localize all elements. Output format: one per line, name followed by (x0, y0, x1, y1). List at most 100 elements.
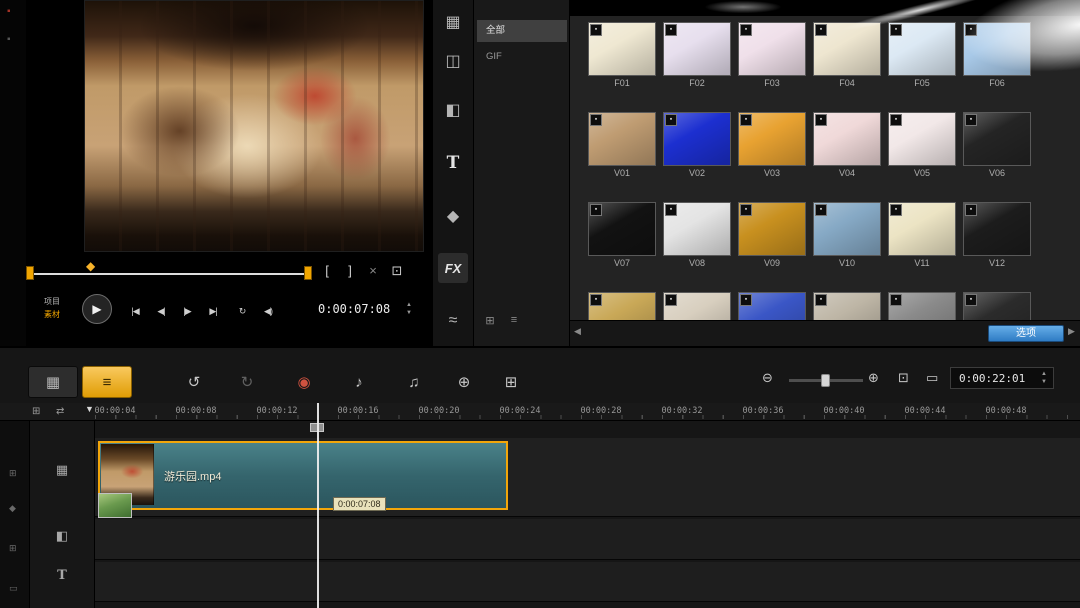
window-edge-strip: ▪ ▪ (0, 0, 26, 346)
gallery-item[interactable]: ▪ V01 (588, 112, 656, 178)
trim-bar[interactable] (30, 273, 310, 275)
prev-frame-button[interactable]: ◀| (150, 303, 172, 319)
timeline-view-button[interactable]: ≡ (82, 366, 132, 398)
mark-in-icon[interactable]: [ (318, 262, 336, 280)
zoom-out-icon[interactable]: ⊖ (762, 370, 773, 386)
repeat-button[interactable]: ↻ (231, 303, 253, 319)
gallery-item[interactable]: ▪ V11 (888, 202, 956, 268)
scrubber-handle[interactable]: ◆ (86, 259, 95, 273)
overlay-track-icon[interactable]: ◧ (52, 528, 72, 544)
gallery-item[interactable]: ▪ F03 (738, 22, 806, 88)
gallery-item[interactable]: ▪ V03 (738, 112, 806, 178)
overlay-track-row[interactable] (95, 519, 1080, 560)
overlay-clip-thumb[interactable] (98, 493, 132, 518)
home-button[interactable]: |◀ (124, 303, 146, 319)
timecode-up-icon[interactable]: ▲ (404, 302, 414, 309)
gallery-item[interactable]: ▪ V08 (663, 202, 731, 268)
title-track-row[interactable] (95, 562, 1080, 602)
gallery-item[interactable]: ▪ F05 (888, 22, 956, 88)
auto-music-button[interactable]: ♫ (400, 369, 428, 395)
trim-start-handle[interactable] (26, 266, 34, 280)
ripple-edit-icon[interactable]: ⇄ (56, 406, 64, 417)
media-icon[interactable]: ▦ (438, 7, 468, 37)
filter-badge-icon: ▪ (590, 294, 602, 306)
mode-label-clip[interactable]: 素材 (44, 309, 60, 320)
batch-convert-button[interactable]: ⊞ (497, 369, 525, 395)
track-toggle-icon[interactable]: ⊞ (9, 543, 17, 554)
transition-icon[interactable]: ◫ (438, 46, 468, 76)
filter-badge-icon: ▪ (965, 204, 977, 216)
preview-timecode[interactable]: 0:00:07:08 (318, 302, 390, 316)
gallery-item[interactable]: ▪ V02 (663, 112, 731, 178)
ruler-label: 00:00:48 (985, 406, 1027, 416)
overlay-icon[interactable]: ◧ (438, 95, 468, 125)
gallery-item[interactable]: ▪ V10 (813, 202, 881, 268)
fit-timeline-icon[interactable]: ⊡ (898, 370, 909, 386)
gallery-header (570, 0, 1080, 16)
gallery-item-label: V10 (838, 258, 855, 268)
play-button[interactable]: ▶ (82, 294, 112, 324)
options-button[interactable]: 选项 (988, 325, 1064, 342)
cue-marker-icon[interactable]: ▼ (85, 404, 94, 414)
library-list-view-icon[interactable]: ≡ (504, 314, 524, 330)
video-track-icon[interactable]: ▦ (52, 462, 72, 478)
storyboard-view-button[interactable]: ▦ (28, 366, 78, 398)
filter-badge-icon: ▪ (665, 114, 677, 126)
gallery-item[interactable]: ▪ V04 (813, 112, 881, 178)
playhead-line[interactable] (317, 403, 319, 608)
gallery-item[interactable]: ▪ V09 (738, 202, 806, 268)
track-toggle-icon[interactable]: ◆ (9, 503, 16, 514)
motion-track-button[interactable]: ⊕ (450, 369, 478, 395)
category-item[interactable]: GIF (477, 46, 567, 68)
redo-button[interactable]: ↻ (233, 369, 261, 395)
duration-up-icon[interactable]: ▲ (1039, 371, 1049, 378)
gallery-item[interactable]: ▪ V05 (888, 112, 956, 178)
record-capture-button[interactable]: ◉ (290, 369, 318, 395)
timecode-down-icon[interactable]: ▼ (404, 310, 414, 317)
gallery-item[interactable]: ▪ F04 (813, 22, 881, 88)
fit-project-icon[interactable]: ▭ (926, 370, 938, 386)
duration-down-icon[interactable]: ▼ (1039, 379, 1049, 386)
track-toggle-icon[interactable]: ▭ (9, 583, 18, 594)
zoom-in-icon[interactable]: ⊕ (868, 370, 879, 386)
gallery-item[interactable]: ▪ F02 (663, 22, 731, 88)
gallery-item[interactable]: ▪ F06 (963, 22, 1031, 88)
volume-button[interactable]: ◀) (257, 303, 279, 319)
next-frame-button[interactable]: |▶ (176, 303, 198, 319)
preview-monitor (84, 0, 424, 252)
timeline-clip[interactable]: 游乐园.mp4 (98, 441, 508, 510)
mark-out-icon[interactable]: ] (341, 262, 359, 280)
app-icon: ▪ (7, 6, 11, 17)
title-icon[interactable]: T (438, 148, 468, 178)
gallery-item[interactable]: ▪ V06 (963, 112, 1031, 178)
motion-path-icon[interactable]: ≈ (438, 306, 468, 336)
gallery-item-label: V08 (688, 258, 705, 268)
scroll-left-icon[interactable]: ◀ (574, 326, 581, 337)
gallery-item[interactable]: ▪ V12 (963, 202, 1031, 268)
undo-button[interactable]: ↺ (180, 369, 208, 395)
gallery-item-label: F06 (989, 78, 1005, 88)
track-manager-icon[interactable]: ⊞ (32, 406, 40, 417)
zoom-slider-handle[interactable] (821, 374, 830, 387)
mode-label-project[interactable]: 项目 (44, 296, 60, 307)
graphic-icon[interactable]: ◆ (438, 201, 468, 231)
timeline-ruler[interactable]: 00:00:04 00:00:08 00:00:12 00:00:16 00:00:20… (95, 403, 1080, 421)
enlarge-preview-icon[interactable]: ⊡ (388, 262, 406, 280)
category-item[interactable]: 全部 (477, 20, 567, 42)
gallery-item-label: V05 (913, 168, 930, 178)
project-duration[interactable]: 0:00:22:01 (959, 372, 1025, 385)
filter-badge-icon: ▪ (590, 204, 602, 216)
gallery-item[interactable]: ▪ F01 (588, 22, 656, 88)
filter-badge-icon: ▪ (890, 114, 902, 126)
split-clip-icon[interactable]: × (364, 262, 382, 280)
ruler-label: 00:00:44 (904, 406, 946, 416)
filter-icon[interactable]: FX (438, 253, 468, 283)
trim-end-handle[interactable] (304, 266, 312, 280)
sound-mixer-button[interactable]: ♪ (345, 369, 373, 395)
gallery-item[interactable]: ▪ V07 (588, 202, 656, 268)
title-track-icon[interactable]: T (52, 568, 72, 584)
scroll-right-icon[interactable]: ▶ (1068, 326, 1075, 337)
end-button[interactable]: ▶| (202, 303, 224, 319)
track-toggle-icon[interactable]: ⊞ (9, 468, 17, 479)
library-add-folder-icon[interactable]: ⊞ (480, 314, 500, 330)
